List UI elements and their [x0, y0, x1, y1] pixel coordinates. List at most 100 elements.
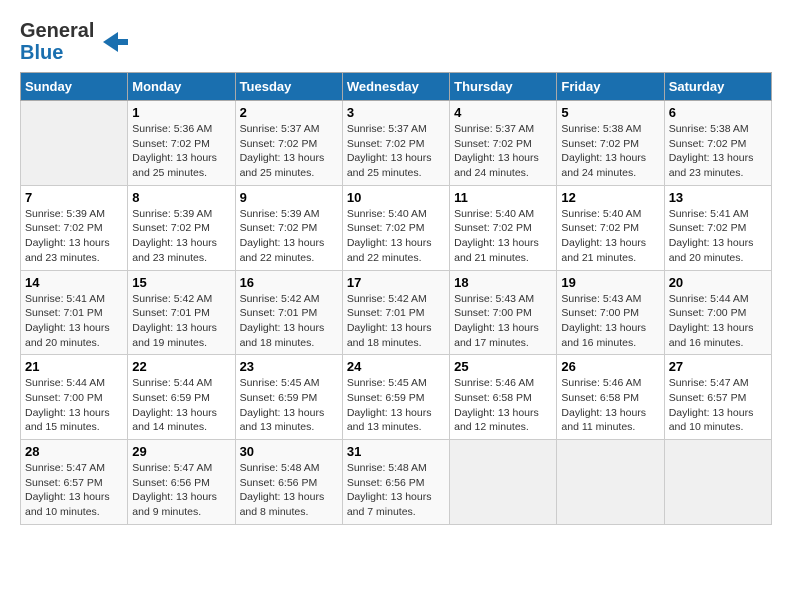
- day-info: Sunrise: 5:37 AM Sunset: 7:02 PM Dayligh…: [454, 122, 552, 181]
- day-cell: 1Sunrise: 5:36 AM Sunset: 7:02 PM Daylig…: [128, 101, 235, 186]
- day-cell: 12 Sunrise: 5:40 AM Sunset: 7:02 PM Dayli…: [557, 185, 664, 270]
- day-number: 8: [132, 190, 230, 205]
- day-info: Sunrise: 5:44 AM Sunset: 7:00 PM Dayligh…: [669, 292, 767, 351]
- day-number: 22: [132, 359, 230, 374]
- day-cell: 24 Sunrise: 5:45 AM Sunset: 6:59 PM Dayli…: [342, 355, 449, 440]
- day-cell: 10 Sunrise: 5:40 AM Sunset: 7:02 PM Dayli…: [342, 185, 449, 270]
- logo-general: General: [20, 20, 94, 42]
- col-header-saturday: Saturday: [664, 73, 771, 101]
- day-info: Sunrise: 5:36 AM Sunset: 7:02 PM Dayligh…: [132, 122, 230, 181]
- day-info: Sunrise: 5:43 AM Sunset: 7:00 PM Dayligh…: [561, 292, 659, 351]
- day-cell: 30Sunrise: 5:48 AM Sunset: 6:56 PM Dayli…: [235, 440, 342, 525]
- logo-blue: Blue: [20, 42, 63, 64]
- day-info: Sunrise: 5:47 AM Sunset: 6:57 PM Dayligh…: [669, 376, 767, 435]
- day-number: 11: [454, 190, 552, 205]
- day-info: Sunrise: 5:40 AM Sunset: 7:02 PM Dayligh…: [454, 207, 552, 266]
- col-header-friday: Friday: [557, 73, 664, 101]
- day-number: 27: [669, 359, 767, 374]
- calendar-table: SundayMondayTuesdayWednesdayThursdayFrid…: [20, 72, 772, 525]
- col-header-tuesday: Tuesday: [235, 73, 342, 101]
- day-cell: 21Sunrise: 5:44 AM Sunset: 7:00 PM Dayli…: [21, 355, 128, 440]
- day-info: Sunrise: 5:48 AM Sunset: 6:56 PM Dayligh…: [347, 461, 445, 520]
- day-cell: 13 Sunrise: 5:41 AM Sunset: 7:02 PM Dayli…: [664, 185, 771, 270]
- day-number: 26: [561, 359, 659, 374]
- day-number: 6: [669, 105, 767, 120]
- day-info: Sunrise: 5:46 AM Sunset: 6:58 PM Dayligh…: [561, 376, 659, 435]
- day-info: Sunrise: 5:46 AM Sunset: 6:58 PM Dayligh…: [454, 376, 552, 435]
- day-info: Sunrise: 5:40 AM Sunset: 7:02 PM Dayligh…: [561, 207, 659, 266]
- day-cell: 20 Sunrise: 5:44 AM Sunset: 7:00 PM Dayli…: [664, 270, 771, 355]
- day-cell: 15 Sunrise: 5:42 AM Sunset: 7:01 PM Dayli…: [128, 270, 235, 355]
- day-cell: 19 Sunrise: 5:43 AM Sunset: 7:00 PM Dayli…: [557, 270, 664, 355]
- day-number: 3: [347, 105, 445, 120]
- logo: General Blue: [20, 20, 128, 64]
- day-cell: 2 Sunrise: 5:37 AM Sunset: 7:02 PM Daylig…: [235, 101, 342, 186]
- day-cell: 29Sunrise: 5:47 AM Sunset: 6:56 PM Dayli…: [128, 440, 235, 525]
- day-info: Sunrise: 5:42 AM Sunset: 7:01 PM Dayligh…: [132, 292, 230, 351]
- day-number: 7: [25, 190, 123, 205]
- day-cell: 5 Sunrise: 5:38 AM Sunset: 7:02 PM Daylig…: [557, 101, 664, 186]
- day-info: Sunrise: 5:37 AM Sunset: 7:02 PM Dayligh…: [347, 122, 445, 181]
- day-cell: 31 Sunrise: 5:48 AM Sunset: 6:56 PM Dayli…: [342, 440, 449, 525]
- day-cell: [557, 440, 664, 525]
- day-number: 13: [669, 190, 767, 205]
- day-cell: 23Sunrise: 5:45 AM Sunset: 6:59 PM Dayli…: [235, 355, 342, 440]
- week-row-2: 7 Sunrise: 5:39 AM Sunset: 7:02 PM Daylig…: [21, 185, 772, 270]
- day-number: 18: [454, 275, 552, 290]
- day-number: 28: [25, 444, 123, 459]
- day-cell: 7 Sunrise: 5:39 AM Sunset: 7:02 PM Daylig…: [21, 185, 128, 270]
- day-number: 23: [240, 359, 338, 374]
- day-cell: 14 Sunrise: 5:41 AM Sunset: 7:01 PM Dayli…: [21, 270, 128, 355]
- day-cell: [664, 440, 771, 525]
- day-info: Sunrise: 5:47 AM Sunset: 6:57 PM Dayligh…: [25, 461, 123, 520]
- day-number: 21: [25, 359, 123, 374]
- day-info: Sunrise: 5:37 AM Sunset: 7:02 PM Dayligh…: [240, 122, 338, 181]
- col-header-wednesday: Wednesday: [342, 73, 449, 101]
- day-cell: 8Sunrise: 5:39 AM Sunset: 7:02 PM Daylig…: [128, 185, 235, 270]
- header: General Blue: [20, 20, 772, 64]
- day-info: Sunrise: 5:38 AM Sunset: 7:02 PM Dayligh…: [561, 122, 659, 181]
- day-cell: [450, 440, 557, 525]
- day-number: 15: [132, 275, 230, 290]
- day-cell: 17 Sunrise: 5:42 AM Sunset: 7:01 PM Dayli…: [342, 270, 449, 355]
- day-number: 31: [347, 444, 445, 459]
- day-info: Sunrise: 5:42 AM Sunset: 7:01 PM Dayligh…: [347, 292, 445, 351]
- day-info: Sunrise: 5:40 AM Sunset: 7:02 PM Dayligh…: [347, 207, 445, 266]
- day-number: 12: [561, 190, 659, 205]
- day-cell: 9 Sunrise: 5:39 AM Sunset: 7:02 PM Daylig…: [235, 185, 342, 270]
- day-number: 14: [25, 275, 123, 290]
- day-number: 4: [454, 105, 552, 120]
- day-info: Sunrise: 5:45 AM Sunset: 6:59 PM Dayligh…: [347, 376, 445, 435]
- day-info: Sunrise: 5:43 AM Sunset: 7:00 PM Dayligh…: [454, 292, 552, 351]
- day-number: 10: [347, 190, 445, 205]
- day-cell: 28 Sunrise: 5:47 AM Sunset: 6:57 PM Dayli…: [21, 440, 128, 525]
- day-number: 20: [669, 275, 767, 290]
- logo-arrow-icon: [98, 27, 128, 57]
- day-number: 17: [347, 275, 445, 290]
- col-header-sunday: Sunday: [21, 73, 128, 101]
- day-cell: 25Sunrise: 5:46 AM Sunset: 6:58 PM Dayli…: [450, 355, 557, 440]
- day-info: Sunrise: 5:41 AM Sunset: 7:02 PM Dayligh…: [669, 207, 767, 266]
- col-header-thursday: Thursday: [450, 73, 557, 101]
- day-cell: 4 Sunrise: 5:37 AM Sunset: 7:02 PM Daylig…: [450, 101, 557, 186]
- day-number: 24: [347, 359, 445, 374]
- day-cell: 3 Sunrise: 5:37 AM Sunset: 7:02 PM Daylig…: [342, 101, 449, 186]
- day-number: 19: [561, 275, 659, 290]
- day-cell: 16Sunrise: 5:42 AM Sunset: 7:01 PM Dayli…: [235, 270, 342, 355]
- day-number: 30: [240, 444, 338, 459]
- day-cell: 26 Sunrise: 5:46 AM Sunset: 6:58 PM Dayli…: [557, 355, 664, 440]
- col-header-monday: Monday: [128, 73, 235, 101]
- day-cell: 22Sunrise: 5:44 AM Sunset: 6:59 PM Dayli…: [128, 355, 235, 440]
- day-number: 2: [240, 105, 338, 120]
- day-info: Sunrise: 5:41 AM Sunset: 7:01 PM Dayligh…: [25, 292, 123, 351]
- day-cell: 27 Sunrise: 5:47 AM Sunset: 6:57 PM Dayli…: [664, 355, 771, 440]
- day-info: Sunrise: 5:39 AM Sunset: 7:02 PM Dayligh…: [240, 207, 338, 266]
- day-number: 9: [240, 190, 338, 205]
- day-info: Sunrise: 5:39 AM Sunset: 7:02 PM Dayligh…: [25, 207, 123, 266]
- week-row-3: 14 Sunrise: 5:41 AM Sunset: 7:01 PM Dayli…: [21, 270, 772, 355]
- day-info: Sunrise: 5:47 AM Sunset: 6:56 PM Dayligh…: [132, 461, 230, 520]
- day-cell: 18 Sunrise: 5:43 AM Sunset: 7:00 PM Dayli…: [450, 270, 557, 355]
- day-info: Sunrise: 5:38 AM Sunset: 7:02 PM Dayligh…: [669, 122, 767, 181]
- day-number: 5: [561, 105, 659, 120]
- day-cell: 6 Sunrise: 5:38 AM Sunset: 7:02 PM Daylig…: [664, 101, 771, 186]
